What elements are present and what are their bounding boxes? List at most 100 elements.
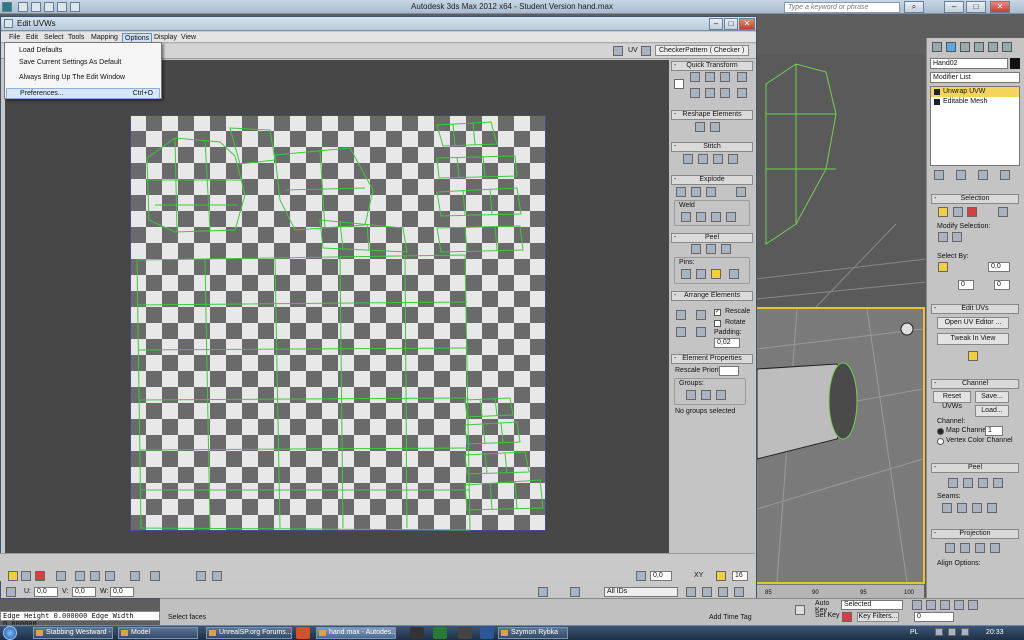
straighten-icon[interactable]: [690, 88, 700, 98]
cylindrical-map-icon[interactable]: [960, 543, 970, 553]
pin-stack-icon[interactable]: [934, 170, 944, 180]
pack-normalize-icon[interactable]: [676, 310, 686, 320]
load-uvws-button[interactable]: Load...: [975, 405, 1009, 417]
goto-start-icon[interactable]: [912, 600, 922, 610]
peel-header[interactable]: - Peel: [671, 233, 753, 243]
u-spinner[interactable]: 0,0: [34, 587, 58, 597]
stitch-source-icon[interactable]: [683, 154, 693, 164]
menu-tools[interactable]: Tools: [66, 33, 86, 42]
prev-frame-icon[interactable]: [926, 600, 936, 610]
menu-item-save-defaults[interactable]: Save Current Settings As Default: [19, 58, 121, 67]
timeline[interactable]: [757, 584, 924, 598]
stitch-average-icon[interactable]: [713, 154, 723, 164]
detach-icon[interactable]: [691, 187, 701, 197]
clock[interactable]: 20:33: [986, 629, 1004, 636]
taskbar-item-model[interactable]: Model: [118, 627, 198, 639]
soft-select-icon[interactable]: [196, 571, 206, 581]
uvw-options-icon[interactable]: [641, 46, 651, 56]
edge-select-icon[interactable]: [953, 207, 963, 217]
planar-map-icon[interactable]: [945, 543, 955, 553]
remove-modifier-icon[interactable]: [1000, 170, 1010, 180]
maximize-button[interactable]: □: [966, 1, 986, 13]
rotate-minus-icon[interactable]: [705, 88, 715, 98]
explode-header[interactable]: - Explode: [671, 175, 753, 185]
language-indicator[interactable]: PL: [910, 629, 919, 636]
fit-icon[interactable]: [734, 587, 744, 597]
snap-icon[interactable]: [716, 571, 726, 581]
ids-dropdown[interactable]: All IDs: [604, 587, 678, 597]
rotate-plus-icon[interactable]: [720, 72, 730, 82]
minimize-button[interactable]: –: [944, 1, 964, 13]
absolute-mode-icon[interactable]: [6, 587, 16, 597]
taskbar-item-3dsmax[interactable]: hand.max - Autodes...: [316, 627, 396, 639]
uv-editor-canvas[interactable]: [5, 60, 669, 570]
lock-icon[interactable]: [538, 587, 548, 597]
select-face-mode-icon[interactable]: [35, 571, 45, 581]
pack-custom-icon[interactable]: [696, 310, 706, 320]
point-seams-icon[interactable]: [957, 503, 967, 513]
align-vertical-icon[interactable]: [690, 72, 700, 82]
start-button-icon[interactable]: [3, 626, 17, 640]
add-time-tag[interactable]: Add Time Tag: [709, 614, 752, 621]
quick-peel-icon[interactable]: [948, 478, 958, 488]
play-icon[interactable]: [940, 600, 950, 610]
key-icon[interactable]: [795, 605, 805, 615]
xy-label[interactable]: XY: [694, 572, 703, 579]
select-by-element-icon[interactable]: [938, 262, 948, 272]
menu-mapping[interactable]: Mapping: [89, 33, 120, 42]
menu-display[interactable]: Display: [152, 33, 179, 42]
grow-selection-icon[interactable]: [938, 232, 948, 242]
uvw-reset-peel-icon[interactable]: [721, 244, 731, 254]
paint-select-icon[interactable]: [150, 571, 160, 581]
menu-select[interactable]: Select: [42, 33, 65, 42]
hierarchy-tab-icon[interactable]: [960, 42, 970, 52]
relax-icon[interactable]: [710, 122, 720, 132]
uvw-minimize-button[interactable]: –: [709, 18, 723, 30]
element-properties-header[interactable]: - Element Properties: [671, 354, 753, 364]
scale-icon[interactable]: [720, 88, 730, 98]
v-spinner[interactable]: 0,0: [72, 587, 96, 597]
quick-transform-header[interactable]: - Quick Transform: [671, 61, 753, 71]
viewport-top[interactable]: [755, 54, 925, 307]
menu-file[interactable]: File: [7, 33, 22, 42]
flip-icon[interactable]: [737, 88, 747, 98]
stack-item-editable-mesh[interactable]: Editable Mesh: [931, 97, 1019, 107]
object-color-swatch[interactable]: [1010, 58, 1020, 69]
grow-icon[interactable]: [75, 571, 85, 581]
key-filters-button[interactable]: Key Filters...: [857, 612, 899, 622]
open-uv-editor-button[interactable]: Open UV Editor ...: [937, 317, 1009, 329]
pin-peel-icon[interactable]: [993, 478, 1003, 488]
rescale-priority-spinner[interactable]: [719, 366, 739, 376]
pan-icon[interactable]: [686, 587, 696, 597]
channel-rollout-header[interactable]: - Channel: [931, 379, 1019, 389]
group-ungroup-icon[interactable]: [701, 390, 711, 400]
goto-end-icon[interactable]: [968, 600, 978, 610]
spherical-map-icon[interactable]: [975, 543, 985, 553]
weld-all-icon[interactable]: [711, 212, 721, 222]
filter-icon[interactable]: [570, 587, 580, 597]
align-horizontal-icon[interactable]: [705, 72, 715, 82]
quick-planar-icon[interactable]: [968, 351, 978, 361]
taskbar-item-szymon[interactable]: Szymon Rybka: [498, 627, 568, 639]
uvw-maximize-button[interactable]: □: [724, 18, 738, 30]
texture-dropdown[interactable]: CheckerPattern ( Checker ): [655, 45, 749, 56]
weld-threshold-icon[interactable]: [726, 212, 736, 222]
app-icon-1[interactable]: [410, 627, 424, 639]
app-icon-3[interactable]: [458, 627, 472, 639]
falloff-icon[interactable]: [212, 571, 222, 581]
maxscript-listener[interactable]: Edge Height 0.000000 Edge Width 0.000000: [0, 611, 160, 628]
grid-spinner[interactable]: 16: [732, 571, 748, 581]
menu-edit[interactable]: Edit: [24, 33, 40, 42]
set-key-icon[interactable]: [842, 612, 852, 622]
pack-options-icon[interactable]: [696, 327, 706, 337]
threshold-spinner[interactable]: 0,0: [988, 262, 1010, 272]
save-uvws-button[interactable]: Save...: [975, 391, 1009, 403]
current-frame-field[interactable]: 0: [914, 612, 954, 622]
selection-rollout-header[interactable]: - Selection: [931, 194, 1019, 204]
flatten-icon[interactable]: [706, 187, 716, 197]
uvw-peel-mode-icon[interactable]: [706, 244, 716, 254]
weld-selected-icon[interactable]: [681, 212, 691, 222]
taskbar-item-stabbing[interactable]: Stabbing Westward - ...: [33, 627, 113, 639]
peel-rollout-header[interactable]: - Peel: [931, 463, 1019, 473]
search-icon[interactable]: ⌕: [904, 1, 924, 13]
